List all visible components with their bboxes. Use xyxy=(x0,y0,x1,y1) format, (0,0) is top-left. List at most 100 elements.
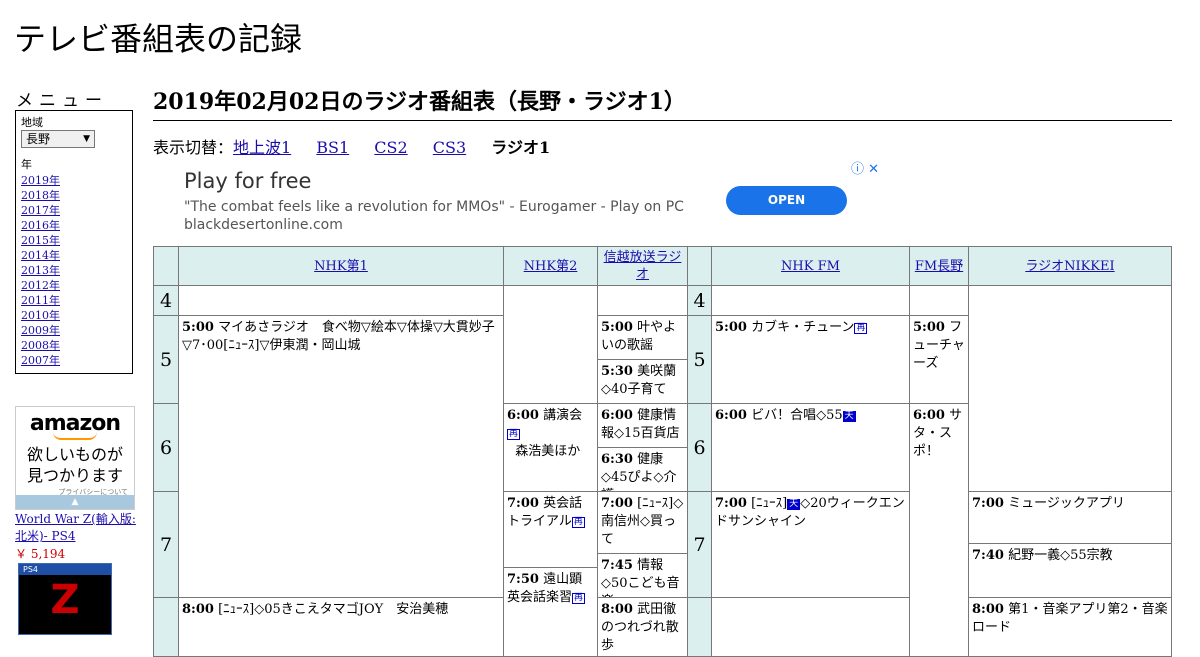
program-time: 6:00 xyxy=(601,408,633,423)
amazon-scroll-bar[interactable]: ▲ xyxy=(16,495,134,509)
program-time: 7:00 xyxy=(507,496,539,511)
product-cover-letter: Z xyxy=(50,577,80,623)
product-price: ￥ 5,194 xyxy=(15,547,66,561)
year-link-2008[interactable]: 2008年 xyxy=(21,338,127,353)
program-cell[interactable]: 5:00 カブキ・チューン再 xyxy=(711,315,910,404)
program-title: [ﾆｭｰｽ]◇05きこえタマゴJOY 安治美穂 xyxy=(218,602,449,617)
station-link-fmnagano[interactable]: FM長野 xyxy=(915,258,963,275)
year-link-2016[interactable]: 2016年 xyxy=(21,218,127,233)
program-time: 7:00 xyxy=(972,496,1004,511)
year-link-2018[interactable]: 2018年 xyxy=(21,188,127,203)
product-link[interactable]: World War Z(輸入版:北米)- PS4 xyxy=(15,511,137,545)
corner-cell-right xyxy=(687,246,712,286)
program-time: 7:50 xyxy=(507,572,539,587)
program-time: 5:00 xyxy=(601,320,633,335)
program-time: 5:30 xyxy=(601,364,633,379)
hour-cell: 5 xyxy=(153,315,179,404)
program-cell-empty xyxy=(711,285,910,316)
year-link-2010[interactable]: 2010年 xyxy=(21,308,127,323)
program-cell[interactable]: 7:00 [ﾆｭｰｽ]◇南信州◇買って xyxy=(597,491,688,554)
program-cell[interactable]: 5:30 美咲蘭◇40子育て xyxy=(597,359,688,404)
switch-link-cs2[interactable]: CS2 xyxy=(374,138,407,157)
year-link-2013[interactable]: 2013年 xyxy=(21,263,127,278)
station-link-nhk1[interactable]: NHK第1 xyxy=(314,258,368,275)
program-cell[interactable]: 8:00 第1・音楽アプリ第2・音楽ロード xyxy=(968,597,1172,657)
year-link-2015[interactable]: 2015年 xyxy=(21,233,127,248)
switch-link-terrestrial[interactable]: 地上波1 xyxy=(233,138,291,157)
year-link-2007[interactable]: 2007年 xyxy=(21,353,127,368)
program-cell[interactable]: 5:00 叶やよいの歌謡 xyxy=(597,315,688,360)
ad-description: "The combat feels like a revolution for … xyxy=(184,199,684,215)
program-time: 6:00 xyxy=(913,408,945,423)
station-link-sbc[interactable]: 信越放送ラジオ xyxy=(600,249,685,283)
page-title: 2019年02月02日のラジオ番組表（長野・ラジオ1） xyxy=(153,84,1172,121)
program-time: 6:00 xyxy=(507,408,539,423)
switch-current: ラジオ1 xyxy=(491,138,551,157)
hour-cell-right xyxy=(687,597,712,657)
program-cell[interactable]: 6:00 ビバ！合唱◇55 天 xyxy=(711,403,910,492)
program-cell[interactable]: 7:00 ミュージックアプリ xyxy=(968,491,1172,544)
program-cell[interactable]: 7:00 [ﾆｭｰｽ] 天 ◇20ウィークエンドサンシャイン xyxy=(711,491,910,598)
ad-title[interactable]: Play for free xyxy=(184,169,311,193)
menu-title: メニュー xyxy=(16,91,108,111)
amazon-message: 欲しいものが 見つかります xyxy=(16,444,134,486)
program-cell[interactable]: 8:00 [ﾆｭｰｽ]◇05きこえタマゴJOY 安治美穂 xyxy=(178,597,504,657)
program-cell[interactable]: 7:45 情報◇50こども音楽 xyxy=(597,553,688,598)
weather-icon: 天 xyxy=(787,499,801,510)
program-time: 7:00 xyxy=(715,496,747,511)
region-select-value: 長野 xyxy=(26,132,51,146)
program-time: 8:00 xyxy=(972,602,1004,617)
station-header-sbc: 信越放送ラジオ xyxy=(597,246,688,286)
program-cell[interactable]: 6:00 講演会再 森浩美ほか xyxy=(503,403,598,492)
hour-cell xyxy=(153,597,179,657)
program-subtitle: 森浩美ほか xyxy=(515,444,581,459)
ad-open-button[interactable]: OPEN xyxy=(726,186,847,215)
hour-cell-right: 7 xyxy=(687,491,712,598)
corner-cell xyxy=(153,246,179,286)
switch-link-bs[interactable]: BS1 xyxy=(316,138,349,157)
program-title: ビバ！合唱◇55 xyxy=(751,408,843,423)
program-cell-empty xyxy=(178,285,504,316)
station-link-nhk2[interactable]: NHK第2 xyxy=(524,258,578,275)
product-image[interactable]: PS4 Z xyxy=(18,563,112,635)
station-header-nhk1: NHK第1 xyxy=(178,246,504,286)
hour-cell-right: 6 xyxy=(687,403,712,492)
station-link-nhkfm[interactable]: NHK FM xyxy=(781,258,840,275)
program-cell[interactable]: 7:50 遠山顕英会話楽習再 xyxy=(503,567,598,657)
ad-url[interactable]: blackdesertonline.com xyxy=(184,217,343,233)
program-cell-empty xyxy=(909,285,969,316)
program-title: ミュージックアプリ xyxy=(1008,496,1125,511)
program-cell[interactable]: 5:00 フューチャーズ xyxy=(909,315,969,404)
program-cell[interactable]: 8:00 武田徹のつれづれ散歩 xyxy=(597,597,688,657)
year-link-2009[interactable]: 2009年 xyxy=(21,323,127,338)
program-time: 5:00 xyxy=(182,320,214,335)
amazon-message-line2: 見つかります xyxy=(26,466,123,485)
program-cell[interactable]: 6:00 健康情報◇15百貨店 xyxy=(597,403,688,448)
region-select[interactable]: 長野 ▼ xyxy=(21,130,95,148)
hour-cell-right: 4 xyxy=(687,285,712,316)
amazon-banner[interactable]: amazon 欲しいものが 見つかります プライバシーについて ▲ xyxy=(15,406,135,510)
rebroadcast-icon: 再 xyxy=(571,517,585,528)
program-cell[interactable]: 7:00 英会話トライアル再 xyxy=(503,491,598,568)
program-time: 5:00 xyxy=(715,320,747,335)
hour-cell: 6 xyxy=(153,403,179,492)
program-title-prefix: [ﾆｭｰｽ] xyxy=(751,496,788,511)
year-link-2012[interactable]: 2012年 xyxy=(21,278,127,293)
ad-banner[interactable]: Play for free "The combat feels like a r… xyxy=(153,156,881,246)
program-cell[interactable]: 7:40 紀野一義◇55宗教 xyxy=(968,543,1172,598)
program-cell[interactable]: 5:00 マイあさラジオ 食べ物▽絵本▽体操▽大貫妙子▽7･00[ﾆｭｰｽ]▽伊… xyxy=(178,315,504,598)
year-link-2011[interactable]: 2011年 xyxy=(21,293,127,308)
program-time: 8:00 xyxy=(182,602,214,617)
program-title: カブキ・チューン xyxy=(751,320,855,335)
year-link-2019[interactable]: 2019年 xyxy=(21,173,127,188)
station-header-nhk2: NHK第2 xyxy=(503,246,598,286)
switch-link-cs3[interactable]: CS3 xyxy=(433,138,466,157)
station-link-nikkei[interactable]: ラジオNIKKEI xyxy=(1025,258,1114,275)
program-cell[interactable]: 6:30 健康◇45ぴよ◇介護 xyxy=(597,447,688,492)
ad-close-icon[interactable]: ⓘ ✕ xyxy=(851,158,879,177)
program-cell-empty xyxy=(503,285,598,404)
year-list: 2019年 2018年 2017年 2016年 2015年 2014年 2013… xyxy=(21,173,127,368)
program-cell[interactable]: 6:00 サタ・スポ！ xyxy=(909,403,969,657)
year-link-2017[interactable]: 2017年 xyxy=(21,203,127,218)
year-link-2014[interactable]: 2014年 xyxy=(21,248,127,263)
